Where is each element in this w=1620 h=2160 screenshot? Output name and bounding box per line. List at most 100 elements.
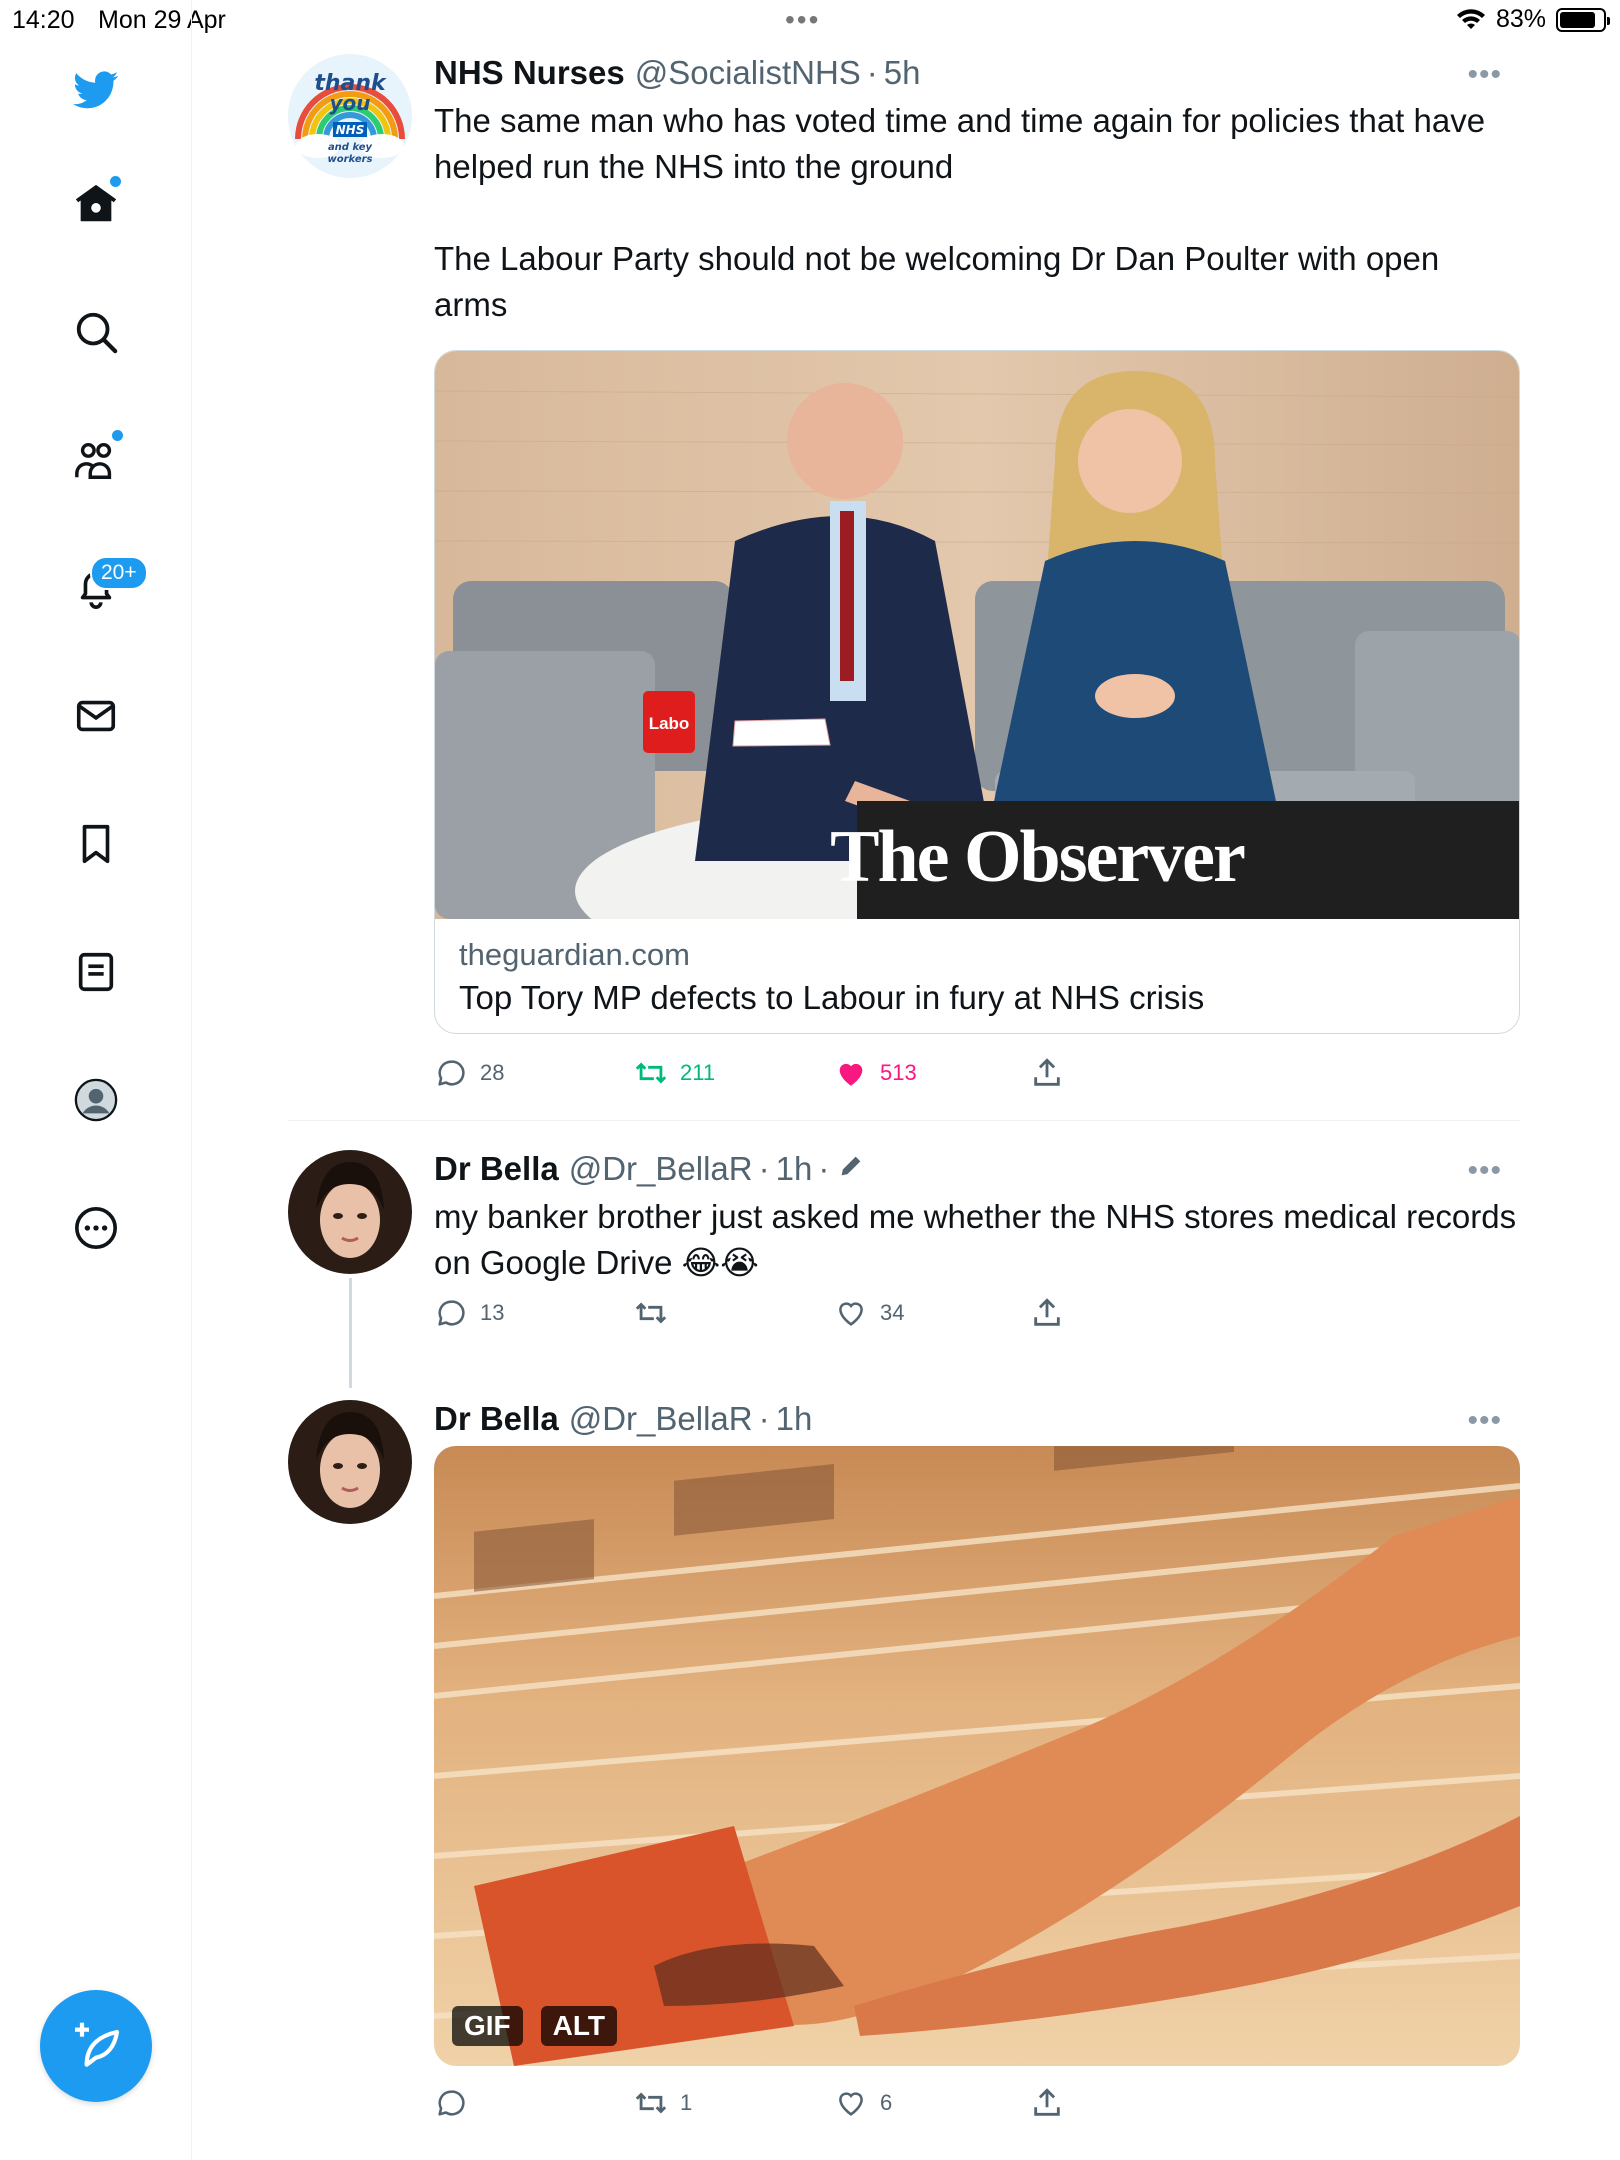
nav-profile[interactable]: [66, 1070, 126, 1130]
reply-icon: [438, 1300, 465, 1326]
like-count: 34: [880, 1300, 905, 1325]
share-button[interactable]: [1030, 1296, 1064, 1330]
search-icon: [76, 312, 118, 354]
separator: ·: [758, 1400, 770, 1437]
avatar[interactable]: thank you NHS and key workers: [288, 54, 412, 178]
battery-level: [1560, 11, 1595, 28]
retweet-count: 211: [680, 1060, 716, 1085]
like-button[interactable]: 34: [834, 1296, 904, 1330]
nav-home[interactable]: [66, 174, 126, 234]
reply-icon: [438, 2090, 465, 2116]
alt-text-badge[interactable]: ALT: [540, 2006, 618, 2046]
media-badges: GIF ALT: [452, 2006, 618, 2046]
status-bar: 14:20 Mon 29 Apr ••• 83%: [0, 0, 1620, 40]
tweet-text: The same man who has voted time and time…: [434, 102, 1486, 185]
nav-messages[interactable]: [66, 686, 126, 746]
tweet-content: Dr Bella @Dr_BellaR · 1h ••• GIF ALT 1 6: [434, 1400, 1520, 2136]
compose-feather-icon: [75, 2022, 120, 2067]
reply-count: 13: [480, 1300, 505, 1325]
share-icon: [1034, 1298, 1060, 1326]
wifi-icon: [1456, 8, 1485, 29]
battery-percent: 83%: [1495, 5, 1546, 33]
tweet[interactable]: Dr Bella @Dr_BellaR · 1h ••• GIF ALT 1 6: [288, 1400, 1520, 2160]
communities-unread-dot: [112, 430, 123, 441]
logo-text: you: [329, 91, 370, 115]
tweet-header: NHS Nurses @SocialistNHS · 5h: [434, 54, 1520, 92]
gif-media[interactable]: GIF ALT: [434, 1446, 1520, 2066]
home-icon: [75, 184, 117, 222]
separator: ·: [866, 54, 878, 91]
more-options-icon[interactable]: •••: [1467, 1404, 1502, 1438]
mug-text: Labo: [649, 714, 690, 733]
nav-bookmarks[interactable]: [66, 814, 126, 874]
observer-masthead: The Observer: [830, 816, 1245, 898]
multitasking-dots-icon[interactable]: •••: [785, 4, 820, 36]
link-card-text: theguardian.com Top Tory MP defects to L…: [435, 919, 1519, 1033]
share-icon: [1034, 1058, 1060, 1086]
tweet-text: The Labour Party should not be welcoming…: [434, 240, 1440, 323]
tweet-actions: 13 34: [434, 1296, 1520, 1346]
tweet-time[interactable]: 1h: [776, 1150, 813, 1188]
nav-more[interactable]: [66, 1198, 126, 1258]
tweet-content: Dr Bella @Dr_BellaR · 1h · ••• my banker…: [434, 1150, 1520, 1346]
status-indicators: 83%: [1456, 5, 1610, 34]
author-name[interactable]: NHS Nurses: [434, 54, 625, 92]
tweet[interactable]: Dr Bella @Dr_BellaR · 1h · ••• my banker…: [288, 1150, 1520, 1350]
more-options-icon[interactable]: •••: [1467, 58, 1502, 92]
retweet-count: 1: [680, 2090, 693, 2115]
share-button[interactable]: [1030, 2086, 1064, 2120]
separator: ·: [818, 1150, 830, 1187]
like-button[interactable]: 6: [834, 2086, 892, 2120]
share-button[interactable]: [1030, 1056, 1064, 1090]
communities-icon: [75, 442, 112, 479]
compose-tweet-button[interactable]: [40, 1990, 152, 2102]
reply-icon: [438, 1060, 465, 1086]
link-card[interactable]: Labo The Observer theguardian.com Top To…: [434, 350, 1520, 1034]
tweet-header: Dr Bella @Dr_BellaR · 1h ·: [434, 1150, 1520, 1188]
author-handle[interactable]: @SocialistNHS: [635, 54, 861, 92]
edited-pencil-icon[interactable]: [837, 1152, 865, 1180]
notification-count-badge: 20+: [90, 556, 148, 590]
more-options-icon[interactable]: •••: [1467, 1154, 1502, 1188]
reply-button[interactable]: [434, 2086, 480, 2120]
battery-icon: [1556, 7, 1610, 32]
mail-icon: [76, 700, 116, 732]
share-icon: [1034, 2088, 1060, 2116]
tweet[interactable]: thank you NHS and key workers NHS Nurses…: [288, 54, 1520, 1114]
heart-icon: [839, 1302, 863, 1326]
retweet-button[interactable]: [634, 1296, 680, 1330]
reply-button[interactable]: 13: [434, 1296, 504, 1330]
like-count: 6: [880, 2090, 893, 2115]
tweet-header: Dr Bella @Dr_BellaR · 1h: [434, 1400, 1520, 1438]
retweet-button[interactable]: 211: [634, 1056, 715, 1090]
avatar[interactable]: [288, 1150, 412, 1274]
gif-badge[interactable]: GIF: [452, 2006, 523, 2046]
separator: ·: [758, 1150, 770, 1187]
nav-lists[interactable]: [66, 942, 126, 1002]
retweet-button[interactable]: 1: [634, 2086, 692, 2120]
nav-search[interactable]: [66, 302, 126, 362]
tweet-time[interactable]: 5h: [884, 54, 921, 92]
reply-button[interactable]: 28: [434, 1056, 504, 1090]
like-button[interactable]: 513: [834, 1056, 917, 1090]
author-handle[interactable]: @Dr_BellaR: [569, 1150, 753, 1188]
author-handle[interactable]: @Dr_BellaR: [569, 1400, 753, 1438]
gif-image: [434, 1446, 1520, 2066]
heart-filled-icon: [839, 1063, 863, 1086]
nav-communities[interactable]: [66, 430, 126, 490]
sidebar: 20+: [0, 0, 192, 2160]
author-name[interactable]: Dr Bella: [434, 1150, 559, 1188]
link-title: Top Tory MP defects to Labour in fury at…: [459, 979, 1205, 1016]
tweet-time[interactable]: 1h: [776, 1400, 813, 1438]
twitter-logo-button[interactable]: [66, 60, 126, 120]
logo-text: and key: [328, 142, 373, 153]
tweet-content: NHS Nurses @SocialistNHS · 5h ••• The sa…: [434, 54, 1520, 1106]
more-circle-icon: [75, 1207, 117, 1249]
author-name[interactable]: Dr Bella: [434, 1400, 559, 1438]
logo-text: NHS: [336, 123, 365, 137]
reply-count: 28: [480, 1060, 505, 1085]
avatar[interactable]: [288, 1400, 412, 1524]
tweet-divider: [288, 1120, 1520, 1121]
twitter-bird-icon: [73, 71, 119, 109]
retweet-icon: [635, 1062, 667, 1084]
